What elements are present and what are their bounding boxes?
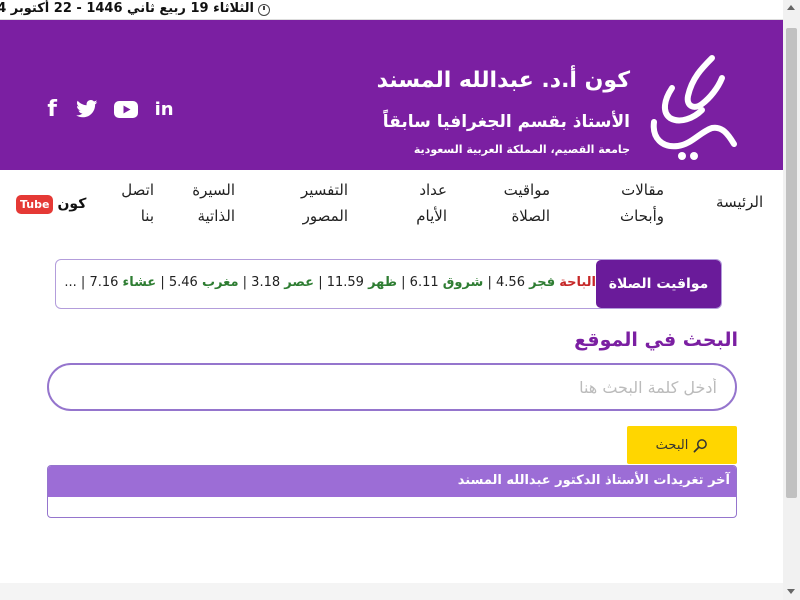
search-button[interactable]: البحث bbox=[627, 426, 737, 464]
logo-title: كون أ.د. عبدالله المسند bbox=[376, 68, 630, 93]
scrollbar[interactable] bbox=[783, 0, 800, 600]
prayer-name: مغرب bbox=[201, 275, 239, 290]
prayer-name: شروق bbox=[442, 275, 484, 290]
tweets-panel: آخر تغريدات الأستاذ الدكتور عبدالله المس… bbox=[47, 465, 737, 518]
footer-strip bbox=[0, 583, 783, 600]
twitter-icon[interactable] bbox=[76, 100, 98, 118]
prayer-name: ظهر bbox=[368, 275, 397, 290]
prayer-city: الباحة bbox=[559, 275, 596, 290]
kawn-tube-link[interactable]: Tube كون bbox=[16, 192, 86, 216]
prayer-time: 5.46 bbox=[168, 275, 198, 290]
search-input[interactable] bbox=[47, 363, 737, 411]
prayer-time: 4.56 bbox=[496, 275, 525, 290]
facebook-icon[interactable]: f bbox=[44, 97, 60, 122]
social-links: f in bbox=[44, 96, 174, 122]
site-header: f in كون أ.د. عبدالله المسند الأستاذ بقس… bbox=[0, 20, 783, 170]
logo-subtitle: الأستاذ بقسم الجغرافيا سابقاً bbox=[382, 112, 630, 132]
clock-icon bbox=[258, 4, 270, 16]
kawn-tube-label: كون bbox=[57, 196, 87, 212]
logo-university: جامعة القصيم، المملكة العربية السعودية bbox=[413, 143, 630, 156]
nav-contact[interactable]: اتصل بنا bbox=[114, 177, 154, 229]
prayer-times-bar: مواقيت الصلاة الباحة فجر 4.56 | شروق 6.1… bbox=[55, 259, 722, 309]
search-heading: البحث في الموقع bbox=[574, 329, 738, 351]
nav-days-counter[interactable]: عداد الأيام bbox=[403, 177, 447, 229]
date-bar: الثلاثاء 19 ربيع ثاني 1446 - 22 أكتوبر 2… bbox=[0, 0, 783, 20]
prayer-name: عصر bbox=[284, 275, 315, 290]
youtube-icon[interactable] bbox=[114, 100, 139, 118]
separator: | bbox=[242, 275, 248, 290]
prayer-name: فجر bbox=[529, 275, 556, 290]
scrollbar-thumb[interactable] bbox=[786, 28, 797, 498]
separator: | bbox=[487, 275, 492, 290]
prayer-name: عشاء bbox=[122, 275, 157, 290]
ellipsis: ... bbox=[64, 275, 77, 290]
tweets-title: آخر تغريدات الأستاذ الدكتور عبدالله المس… bbox=[48, 466, 736, 497]
nav-illustrated-tafsir[interactable]: التفسير المصور bbox=[290, 177, 348, 229]
youtube-badge-icon: Tube bbox=[16, 194, 54, 214]
prayer-time: 3.18 bbox=[251, 275, 281, 290]
nav-prayer-times[interactable]: مواقيت الصلاة bbox=[490, 177, 550, 229]
linkedin-icon[interactable]: in bbox=[154, 99, 174, 120]
separator: | bbox=[80, 275, 86, 290]
site-logo[interactable]: كون أ.د. عبدالله المسند الأستاذ بقسم الج… bbox=[377, 46, 740, 166]
separator: | bbox=[401, 275, 406, 290]
prayer-time: 6.11 bbox=[409, 275, 439, 290]
nav-home[interactable]: الرئيسة bbox=[716, 189, 763, 215]
nav-articles[interactable]: مقالات وأبحاث bbox=[604, 177, 664, 229]
logo-mark-icon bbox=[650, 55, 737, 160]
prayer-time: 7.16 bbox=[89, 275, 119, 290]
separator: | bbox=[160, 275, 165, 290]
main-nav: الرئيسة مقالات وأبحاث مواقيت الصلاة عداد… bbox=[0, 170, 783, 240]
separator: | bbox=[318, 275, 323, 290]
scroll-up-icon[interactable] bbox=[787, 5, 795, 10]
prayer-times-label[interactable]: مواقيت الصلاة bbox=[596, 260, 721, 308]
search-button-label: البحث bbox=[655, 437, 689, 453]
search-icon bbox=[693, 438, 708, 452]
scroll-down-icon[interactable] bbox=[787, 589, 795, 594]
nav-cv[interactable]: السيرة الذاتية bbox=[187, 177, 235, 229]
date-text: الثلاثاء 19 ربيع ثاني 1446 - 22 أكتوبر 2… bbox=[0, 1, 254, 16]
prayer-time: 11.59 bbox=[326, 275, 364, 290]
prayer-times-ticker: الباحة فجر 4.56 | شروق 6.11 | ظهر 11.59 … bbox=[56, 275, 596, 290]
